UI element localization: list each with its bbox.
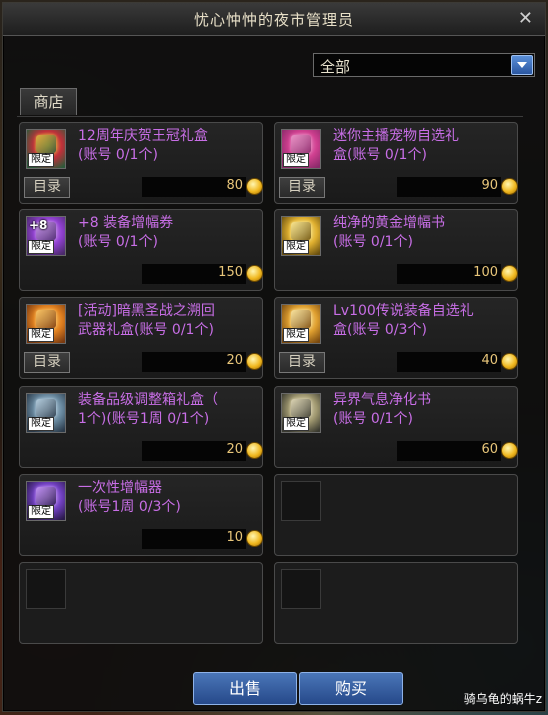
- sell-button[interactable]: 出售: [193, 672, 297, 705]
- price-field: 10: [142, 529, 246, 549]
- pet-gift-box-icon: [291, 135, 311, 153]
- item-name: 装备品级调整箱礼盒（ 1个)(账号1周 0/1个): [78, 392, 218, 427]
- gold-coin-icon: [246, 442, 263, 459]
- shop-window: 忧心忡忡的夜市管理员 ✕ 全部 商店 限定 12周年庆贺王冠礼盒 (账号 0/1个…: [2, 2, 546, 712]
- price-value: 90: [481, 178, 498, 193]
- empty-item-slot: [274, 474, 518, 556]
- price-value: 20: [226, 442, 243, 457]
- shop-item-slot[interactable]: +8 限定 +8 装备增幅券 (账号 0/1个) 150: [19, 209, 263, 291]
- limited-badge: 限定: [283, 240, 309, 254]
- empty-icon-box: [281, 569, 321, 609]
- tab-shop[interactable]: 商店: [20, 88, 77, 115]
- empty-item-slot: [19, 562, 263, 644]
- empty-item-slot: [274, 562, 518, 644]
- gold-coin-icon: [501, 353, 518, 370]
- gold-coin-icon: [501, 265, 518, 282]
- shop-item-slot[interactable]: 限定 12周年庆贺王冠礼盒 (账号 0/1个) 目录 80: [19, 122, 263, 204]
- category-filter-value: 全部: [320, 58, 351, 76]
- item-icon-box[interactable]: +8 限定: [26, 216, 66, 256]
- gold-coin-icon: [501, 178, 518, 195]
- price-field: 40: [397, 352, 501, 372]
- limited-badge: 限定: [283, 153, 309, 167]
- price-value: 10: [226, 530, 243, 545]
- catalog-button[interactable]: 目录: [24, 177, 70, 198]
- price-field: 90: [397, 177, 501, 197]
- price-field: 20: [142, 352, 246, 372]
- weapon-gift-box-icon: [36, 310, 56, 328]
- price-value: 150: [218, 265, 243, 280]
- item-name: +8 装备增幅券 (账号 0/1个): [78, 215, 174, 250]
- category-filter-dropdown[interactable]: 全部: [313, 53, 535, 77]
- empty-icon-box: [26, 569, 66, 609]
- empty-icon-box: [281, 481, 321, 521]
- title-bar[interactable]: 忧心忡忡的夜市管理员 ✕: [3, 3, 545, 36]
- grade-box-icon: [36, 399, 56, 417]
- window-title: 忧心忡忡的夜市管理员: [193, 11, 354, 29]
- gold-coin-icon: [501, 442, 518, 459]
- enhance-badge: +8: [29, 218, 48, 232]
- catalog-button[interactable]: 目录: [24, 352, 70, 373]
- price-field: 80: [142, 177, 246, 197]
- price-value: 100: [473, 265, 498, 280]
- legendary-box-icon: [291, 310, 311, 328]
- limited-badge: 限定: [28, 153, 54, 167]
- price-value: 80: [226, 178, 243, 193]
- limited-badge: 限定: [28, 240, 54, 254]
- watermark: 骑乌龟的蜗牛z: [463, 692, 542, 706]
- shop-item-slot[interactable]: 限定 Lv100传说装备自选礼 盒(账号 0/3个) 目录 40: [274, 297, 518, 379]
- gold-coin-icon: [246, 178, 263, 195]
- item-name: [活动]暗黑圣战之溯回 武器礼盒(账号 0/1个): [78, 303, 215, 338]
- item-icon-box[interactable]: 限定: [26, 393, 66, 433]
- price-field: 60: [397, 441, 501, 461]
- golden-book-icon: [291, 222, 311, 240]
- limited-badge: 限定: [283, 417, 309, 431]
- purify-book-icon: [291, 399, 311, 417]
- price-field: 100: [397, 264, 501, 284]
- item-name: Lv100传说装备自选礼 盒(账号 0/3个): [333, 303, 474, 338]
- close-icon[interactable]: ✕: [518, 8, 533, 29]
- shop-item-slot[interactable]: 限定 纯净的黄金增幅书 (账号 0/1个) 100: [274, 209, 518, 291]
- price-value: 20: [226, 353, 243, 368]
- item-icon-box[interactable]: 限定: [26, 481, 66, 521]
- item-icon-box[interactable]: 限定: [281, 393, 321, 433]
- limited-badge: 限定: [28, 505, 54, 519]
- price-value: 40: [481, 353, 498, 368]
- crown-gift-icon: [36, 135, 56, 153]
- shop-item-slot[interactable]: 限定 一次性增幅器 (账号1周 0/3个) 10: [19, 474, 263, 556]
- item-name: 迷你主播宠物自选礼 盒(账号 0/1个): [333, 128, 459, 163]
- item-icon-box[interactable]: 限定: [281, 129, 321, 169]
- shop-item-slot[interactable]: 限定 装备品级调整箱礼盒（ 1个)(账号1周 0/1个) 20: [19, 386, 263, 468]
- item-name: 异界气息净化书 (账号 0/1个): [333, 392, 431, 427]
- gold-coin-icon: [246, 530, 263, 547]
- item-icon-box[interactable]: 限定: [281, 304, 321, 344]
- catalog-button[interactable]: 目录: [279, 177, 325, 198]
- price-field: 20: [142, 441, 246, 461]
- catalog-button[interactable]: 目录: [279, 352, 325, 373]
- item-name: 纯净的黄金增幅书 (账号 0/1个): [333, 215, 445, 250]
- amplifier-icon: [36, 487, 56, 505]
- chevron-down-icon[interactable]: [511, 55, 533, 75]
- item-name: 一次性增幅器 (账号1周 0/3个): [78, 480, 181, 515]
- limited-badge: 限定: [283, 328, 309, 342]
- price-value: 60: [481, 442, 498, 457]
- buy-button[interactable]: 购买: [299, 672, 403, 705]
- shop-item-slot[interactable]: 限定 迷你主播宠物自选礼 盒(账号 0/1个) 目录 90: [274, 122, 518, 204]
- price-field: 150: [142, 264, 246, 284]
- gold-coin-icon: [246, 353, 263, 370]
- gold-coin-icon: [246, 265, 263, 282]
- shop-item-slot[interactable]: 限定 异界气息净化书 (账号 0/1个) 60: [274, 386, 518, 468]
- item-icon-box[interactable]: 限定: [26, 129, 66, 169]
- item-icon-box[interactable]: 限定: [26, 304, 66, 344]
- shop-item-slot[interactable]: 限定 [活动]暗黑圣战之溯回 武器礼盒(账号 0/1个) 目录 20: [19, 297, 263, 379]
- limited-badge: 限定: [28, 417, 54, 431]
- limited-badge: 限定: [28, 328, 54, 342]
- item-icon-box[interactable]: 限定: [281, 216, 321, 256]
- item-name: 12周年庆贺王冠礼盒 (账号 0/1个): [78, 128, 208, 163]
